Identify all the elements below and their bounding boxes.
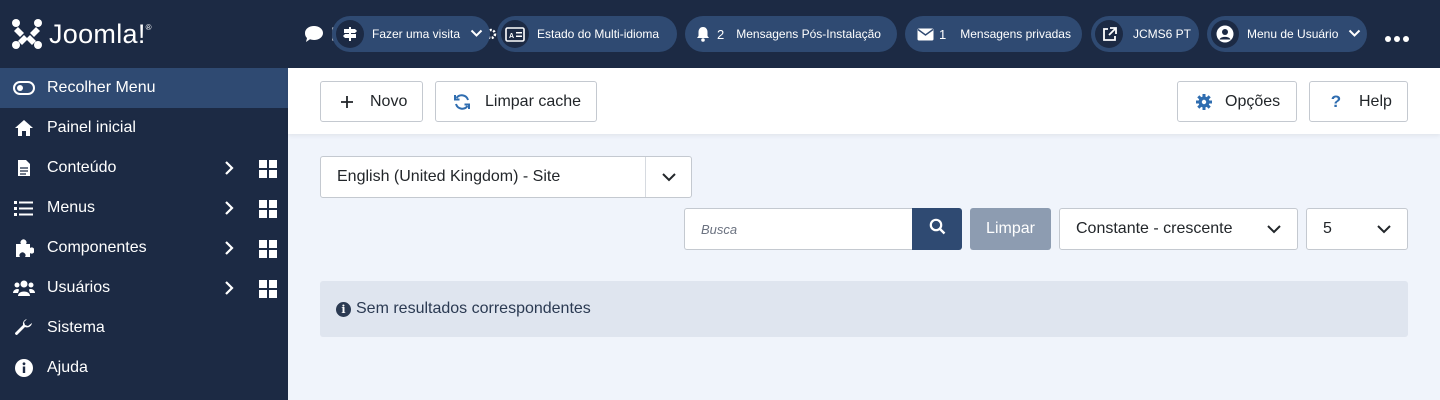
sidebar-item-collapse-menu[interactable]: Recolher Menu: [0, 68, 288, 108]
post-installation-count: 2: [717, 26, 725, 42]
gear-icon: [1195, 93, 1213, 111]
svg-text:A: A: [509, 33, 514, 40]
toolbar: Novo Limpar cache Opções ? Help: [288, 68, 1440, 134]
chevron-down-icon: [1251, 209, 1297, 249]
chevron-down-icon: [645, 157, 691, 197]
header-bar: Fazer uma visita A Estado do Multi-idiom…: [288, 0, 1440, 68]
sidebar-item-label: Usuários: [47, 279, 111, 296]
clear-filters-label: Limpar: [986, 220, 1035, 237]
sidebar: Joomla!® Recolher Menu Painel inicial Co…: [0, 0, 288, 400]
list-icon: [13, 197, 35, 219]
sidebar-item-label: Painel inicial: [47, 119, 136, 136]
sidebar-item-components[interactable]: Componentes: [0, 228, 288, 268]
options-label: Opções: [1225, 92, 1281, 110]
help-button[interactable]: ? Help: [1309, 81, 1408, 122]
sidebar-item-home-dashboard[interactable]: Painel inicial: [0, 108, 288, 148]
sidebar-item-users[interactable]: Usuários: [0, 268, 288, 308]
info-icon: [13, 357, 35, 379]
multilanguage-label: Estado do Multi-idioma: [537, 27, 660, 41]
sidebar-item-system[interactable]: Sistema: [0, 308, 288, 348]
joomla-logo[interactable]: Joomla!®: [0, 0, 288, 68]
options-button[interactable]: Opções: [1177, 81, 1297, 122]
users-icon: [13, 277, 35, 299]
private-messages-count: 1: [939, 26, 947, 42]
signpost-icon: [336, 20, 364, 48]
post-installation-messages-button[interactable]: 2 Mensagens Pós-Instalação: [685, 16, 897, 52]
ordering-select[interactable]: Constante - crescente: [1059, 208, 1298, 250]
new-button-label: Novo: [370, 92, 408, 110]
new-button[interactable]: Novo: [320, 81, 423, 122]
site-name-label: JCMS6 PT: [1133, 27, 1192, 41]
home-icon: [13, 117, 35, 139]
guided-tour-label: Fazer uma visita: [372, 27, 461, 41]
toggle-icon: [13, 77, 35, 99]
joomla-logo-icon: [12, 19, 42, 49]
dashboard-grid-icon[interactable]: [259, 200, 277, 223]
chevron-right-icon[interactable]: [224, 160, 234, 181]
sidebar-item-label: Componentes: [47, 239, 147, 256]
chevron-right-icon[interactable]: [224, 280, 234, 301]
dashboard-grid-icon[interactable]: [259, 240, 277, 263]
more-options-icon[interactable]: [1384, 30, 1410, 48]
sidebar-item-label: Ajuda: [47, 359, 88, 376]
envelope-icon: [911, 20, 939, 48]
language-select-value: English (United Kingdom) - Site: [337, 168, 561, 185]
guided-tour-button[interactable]: Fazer uma visita: [332, 16, 490, 52]
chevron-down-icon: [470, 27, 483, 41]
language-select[interactable]: English (United Kingdom) - Site: [320, 156, 692, 198]
sidebar-item-label: Recolher Menu: [47, 79, 156, 96]
sidebar-item-label: Menus: [47, 199, 96, 216]
info-circle-icon: i: [336, 301, 351, 317]
list-limit-select[interactable]: 5: [1306, 208, 1408, 250]
post-installation-label: Mensagens Pós-Instalação: [736, 27, 881, 41]
question-icon: ?: [1330, 91, 1342, 111]
sidebar-item-label: Conteúdo: [47, 159, 117, 176]
file-icon: [13, 157, 35, 179]
private-messages-button[interactable]: 1 Mensagens privadas: [905, 16, 1082, 52]
search-icon: [929, 218, 946, 240]
no-results-alert: i Sem resultados correspondentes: [320, 281, 1408, 337]
user-menu-button[interactable]: Menu de Usuário: [1207, 16, 1367, 52]
clear-filters-button[interactable]: Limpar: [970, 208, 1051, 250]
view-site-button[interactable]: JCMS6 PT: [1091, 16, 1199, 52]
chat-icon[interactable]: [304, 25, 324, 48]
language-card-icon: A: [501, 20, 529, 48]
clear-cache-button[interactable]: Limpar cache: [435, 81, 597, 122]
dashboard-grid-icon[interactable]: [259, 280, 277, 303]
sidebar-item-help[interactable]: Ajuda: [0, 348, 288, 388]
clear-cache-label: Limpar cache: [485, 92, 582, 110]
logo-text: Joomla!®: [49, 18, 152, 49]
search-input[interactable]: [684, 208, 913, 250]
sidebar-item-content[interactable]: Conteúdo: [0, 148, 288, 188]
refresh-icon: [453, 93, 471, 111]
help-label: Help: [1359, 92, 1392, 110]
user-menu-label: Menu de Usuário: [1247, 27, 1339, 41]
sidebar-item-menus[interactable]: Menus: [0, 188, 288, 228]
chevron-right-icon[interactable]: [224, 200, 234, 221]
multilanguage-status-button[interactable]: A Estado do Multi-idioma: [497, 16, 677, 52]
search-button[interactable]: [912, 208, 962, 250]
external-link-icon: [1095, 20, 1123, 48]
chevron-right-icon[interactable]: [224, 240, 234, 261]
sidebar-item-label: Sistema: [47, 319, 105, 336]
dashboard-grid-icon[interactable]: [259, 160, 277, 183]
chevron-down-icon: [1348, 27, 1361, 41]
ordering-select-value: Constante - crescente: [1076, 220, 1233, 237]
chevron-down-icon: [1361, 209, 1407, 249]
list-limit-value: 5: [1323, 220, 1332, 237]
private-messages-label: Mensagens privadas: [960, 27, 1071, 41]
puzzle-icon: [13, 237, 35, 259]
bell-icon: [691, 20, 715, 48]
no-results-message: Sem resultados correspondentes: [356, 300, 591, 317]
user-avatar-icon: [1211, 20, 1239, 48]
plus-icon: [338, 93, 356, 111]
wrench-icon: [13, 317, 35, 339]
